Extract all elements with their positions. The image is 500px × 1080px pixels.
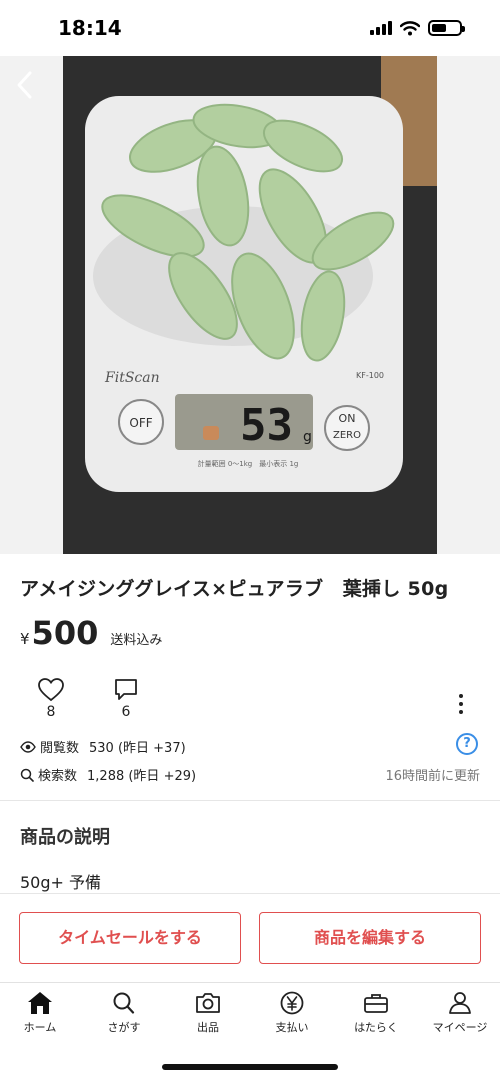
scale-unit: g xyxy=(303,429,312,445)
scale-zero-label: ZERO xyxy=(333,430,361,441)
dot xyxy=(459,694,463,698)
help-button[interactable]: ? xyxy=(456,733,478,755)
like-count: 8 xyxy=(46,704,56,720)
tab-mypage[interactable]: マイページ xyxy=(418,991,500,1035)
battery-icon xyxy=(428,20,465,36)
description-body: 50g+ 予備 xyxy=(20,873,102,892)
home-icon xyxy=(28,992,52,1014)
dot xyxy=(459,710,463,714)
currency-symbol: ¥ xyxy=(20,630,30,648)
tab-sell[interactable]: 出品 xyxy=(166,991,250,1035)
dot xyxy=(459,702,463,706)
scale-range-text: 計量範囲 0～1kg 最小表示 1g xyxy=(198,459,299,468)
tab-label: ホーム xyxy=(23,1021,57,1034)
divider xyxy=(0,800,500,801)
edit-item-button[interactable]: 商品を編集する xyxy=(259,912,481,964)
tab-home[interactable]: ホーム xyxy=(0,991,82,1035)
product-photo[interactable]: 53 g OFF ON ZERO FitScan KF-100 計量範囲 0～1… xyxy=(63,56,437,554)
product-photo-illustration: 53 g OFF ON ZERO FitScan KF-100 計量範囲 0～1… xyxy=(63,56,437,554)
updated-time: 16時間前に更新 xyxy=(385,769,480,784)
briefcase-icon xyxy=(364,994,388,1013)
status-icons xyxy=(370,20,465,36)
camera-icon xyxy=(196,993,220,1013)
tab-label: さがす xyxy=(107,1021,141,1034)
search-icon xyxy=(20,768,34,782)
search-icon xyxy=(113,992,135,1014)
status-time: 18:14 xyxy=(58,16,122,40)
chevron-left-icon xyxy=(17,71,32,99)
searches-label: 検索数 xyxy=(38,769,78,784)
tab-payment[interactable]: 支払い xyxy=(250,991,334,1035)
scale-brand: FitScan xyxy=(104,370,160,386)
time-sale-button[interactable]: タイムセールをする xyxy=(19,912,241,964)
yen-icon xyxy=(280,991,304,1015)
like-button[interactable]: 8 xyxy=(31,678,71,720)
person-icon xyxy=(449,992,471,1014)
searches-row: 検索数 1,288 (昨日 +29) xyxy=(20,765,196,784)
scale-off-label: OFF xyxy=(129,416,152,430)
status-bar: 18:14 xyxy=(0,0,500,56)
tab-label: 支払い xyxy=(275,1021,309,1034)
views-value: 530 (昨日 +37) xyxy=(89,741,186,756)
eye-icon xyxy=(20,740,36,753)
back-button[interactable] xyxy=(10,62,40,102)
tab-search[interactable]: さがす xyxy=(82,991,166,1035)
comment-icon xyxy=(115,679,137,700)
wifi-icon xyxy=(400,20,420,35)
comment-button[interactable]: 6 xyxy=(106,678,146,720)
tab-label: 出品 xyxy=(197,1021,219,1034)
price-row: ¥ 500 送料込み xyxy=(20,614,162,652)
scale-reading: 53 xyxy=(240,400,293,451)
views-row: 閲覧数 530 (昨日 +37) xyxy=(20,737,186,756)
home-indicator[interactable] xyxy=(162,1064,338,1070)
divider xyxy=(0,893,500,894)
scale-on-label: ON xyxy=(339,412,356,425)
searches-value: 1,288 (昨日 +29) xyxy=(87,769,197,784)
comment-count: 6 xyxy=(121,704,131,720)
price-value: 500 xyxy=(31,614,99,652)
item-title: アメイジンググレイス×ピュアラブ 葉挿し 50g xyxy=(20,578,449,600)
heart-icon xyxy=(38,678,64,702)
tab-label: はたらく xyxy=(354,1021,398,1034)
description-heading: 商品の説明 xyxy=(20,827,110,848)
cellular-signal-icon xyxy=(370,21,392,35)
tab-work[interactable]: はたらく xyxy=(334,991,418,1035)
views-label: 閲覧数 xyxy=(40,741,80,756)
tab-label: マイページ xyxy=(432,1021,488,1034)
photo-area: 53 g OFF ON ZERO FitScan KF-100 計量範囲 0～1… xyxy=(0,56,500,554)
shipping-note: 送料込み xyxy=(110,633,163,648)
more-options-button[interactable] xyxy=(456,692,466,716)
scale-model: KF-100 xyxy=(356,371,384,380)
